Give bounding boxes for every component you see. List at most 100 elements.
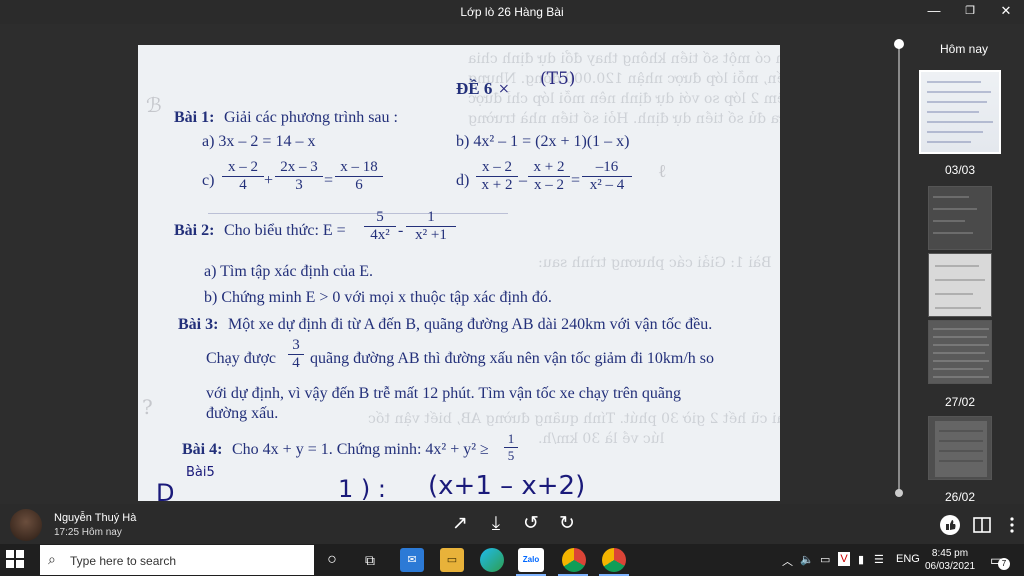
chrome-icon[interactable] <box>562 548 586 572</box>
thumbnail-lines-icon <box>935 421 987 477</box>
thumbnail[interactable] <box>928 320 992 384</box>
bai3-line1: Một xe dự định đi từ A đến B, quãng đườn… <box>228 316 713 333</box>
edge-icon[interactable] <box>480 548 504 572</box>
search-placeholder: Type here to search <box>70 554 177 568</box>
volume-icon[interactable]: 🔈 <box>800 553 814 566</box>
taskbar-search-box[interactable]: ⌕ Type here to search <box>40 545 314 575</box>
timeline-end-dot <box>895 489 903 497</box>
close-button[interactable]: ✕ <box>988 0 1024 24</box>
divider <box>208 213 508 214</box>
bleed-through-text: các lớp liên tiến, mỗi lớp được nhận 120… <box>468 71 780 87</box>
image-viewer-window: Lớp lò 26 Hàng Bài — ❐ ✕ Bài 3: Trường e… <box>0 0 1024 544</box>
date-label: 27/02 <box>944 395 976 409</box>
rotate-right-icon[interactable]: ↻ <box>553 512 581 538</box>
bleed-through-text: Bài 1: Giải các phương trình sau: <box>538 255 772 271</box>
chrome-icon[interactable] <box>602 548 626 572</box>
equals-sign: = <box>324 172 334 189</box>
today-label: Hôm nay <box>940 42 989 56</box>
bai3-title: Bài 3: <box>178 316 219 333</box>
bai1-d-frac-2: x + 2x – 2 <box>528 159 570 194</box>
pencil-mark: ℓ <box>658 161 667 182</box>
equals-sign: = <box>571 172 581 189</box>
bai1-a: a) 3x – 2 = 14 – x <box>202 133 316 150</box>
share-icon[interactable]: ↗ <box>446 512 474 538</box>
bai3-line2-pre: Chạy được <box>206 350 277 367</box>
thumbnail[interactable] <box>928 253 992 317</box>
maximize-button[interactable]: ❐ <box>952 0 988 24</box>
handwritten-mark: 1 ) : <box>338 475 386 501</box>
timeline-track[interactable] <box>898 44 900 496</box>
handwritten-note: Bài5 <box>186 465 215 480</box>
bai1-d-frac-3: –16 x² – 4 <box>582 159 632 194</box>
download-icon[interactable]: ⤓ <box>482 512 510 538</box>
bai1-prompt: Giải các phương trình sau : <box>224 109 398 126</box>
bai4-title: Bài 4: <box>182 441 223 458</box>
bai1-c-frac-2: 2x – 33 <box>275 159 323 194</box>
file-explorer-icon[interactable]: ▭ <box>440 548 464 572</box>
bai4-frac: 15 <box>504 431 518 464</box>
bai3-line4: đường xấu. <box>206 405 279 422</box>
bai4-text: Cho 4x + y = 1. Chứng minh: 4x² + y² ≥ <box>232 441 489 458</box>
language-indicator[interactable]: ENG <box>896 553 920 565</box>
bai3-line2-post: quãng đường AB thì đường xấu nên vận tốc… <box>310 350 715 367</box>
sender-time: 17:25 Hôm nay <box>54 527 122 538</box>
microphone-icon[interactable]: ▮ <box>858 553 864 566</box>
thumbnail-current[interactable] <box>919 70 1001 154</box>
bai3-frac: 34 <box>288 337 304 372</box>
plus-sign: + <box>264 172 274 189</box>
date-label: 03/03 <box>944 163 976 177</box>
clock-time: 8:45 pm <box>931 548 969 559</box>
thumbs-up-icon <box>946 520 956 530</box>
window-title: Lớp lò 26 Hàng Bài <box>460 5 564 19</box>
minus-sign: - <box>398 222 404 239</box>
taskbar-clock[interactable]: 8:45 pm 06/03/2021 <box>918 547 982 573</box>
chevron-up-icon[interactable]: ︿ <box>782 553 793 569</box>
homework-photo: Bài 3: Trường em có một số tiền không th… <box>138 45 780 501</box>
bleed-through-text: đồng thì vừa đủ số tiền dự định. Hỏi số … <box>468 111 780 127</box>
pencil-mark: ℬ <box>146 93 162 117</box>
pencil-mark: ? <box>142 395 153 419</box>
bleed-through-text: Bài cũ hết 2 giờ 30 phút. Tính quãng đườ… <box>368 411 780 427</box>
panel-layout-icon <box>973 517 991 533</box>
thumbnail-lines-icon <box>927 81 993 143</box>
battery-icon[interactable]: ▭ <box>820 553 830 566</box>
bai3-line3: với dự định, vì vậy đến B trễ mất 12 phú… <box>206 385 681 402</box>
windows-start-icon[interactable] <box>6 550 26 570</box>
title-bar: Lớp lò 26 Hàng Bài — ❐ ✕ <box>0 0 1024 24</box>
rotate-left-icon[interactable]: ↺ <box>517 512 545 538</box>
bai1-c-label: c) <box>202 172 215 189</box>
bai2-frac-2: 1 x² +1 <box>406 209 456 244</box>
like-button[interactable] <box>940 515 960 535</box>
bai1-b: b) 4x² – 1 = (2x + 1)(1 – x) <box>456 133 630 150</box>
network-icon[interactable]: ☰ <box>874 553 884 566</box>
minus-sign: – <box>519 172 527 189</box>
bai2-a: a) Tìm tập xác định của E. <box>204 263 373 280</box>
bai2-frac-1: 5 4x² <box>364 209 396 244</box>
layout-toggle-button[interactable] <box>972 515 992 535</box>
more-options-button[interactable] <box>1004 515 1024 535</box>
sender-avatar[interactable] <box>10 509 42 541</box>
thumbnail-lines-icon <box>933 328 989 378</box>
mail-icon[interactable]: ✉ <box>400 548 424 572</box>
zalo-icon[interactable]: Zalo <box>518 548 544 572</box>
search-icon: ⌕ <box>48 551 56 567</box>
task-view-icon[interactable]: ⧉ <box>358 548 382 572</box>
minimize-button[interactable]: — <box>916 0 952 24</box>
timeline-handle[interactable] <box>894 39 904 49</box>
cortana-icon[interactable]: ○ <box>320 548 344 572</box>
exam-header: ĐỀ 6 <box>456 79 493 98</box>
antivirus-icon[interactable]: V <box>838 552 850 566</box>
thumbnail[interactable] <box>928 186 992 250</box>
thumbnail[interactable] <box>928 416 992 480</box>
handwritten-mark: D <box>156 479 175 501</box>
handwritten-header-note: (T5) <box>540 69 576 89</box>
viewer-bottom-bar: Nguyễn Thuý Hà 17:25 Hôm nay ↗ ⤓ ↺ ↻ <box>0 504 1024 544</box>
bai1-d-frac-1: x – 2x + 2 <box>476 159 518 194</box>
handwritten-expression: (x+1 – x+2) <box>428 471 586 501</box>
windows-taskbar: ⌕ Type here to search ○ ⧉ ✉ ▭ Zalo ︿ 🔈 ▭… <box>0 544 1024 576</box>
bai2-b: b) Chứng minh E > 0 với mọi x thuộc tập … <box>204 289 552 306</box>
bleed-through-text: liên tăng thêm 2 lớp so với dự định nên … <box>468 91 780 107</box>
date-label: 26/02 <box>944 490 976 504</box>
handwritten-mark: × <box>498 81 510 97</box>
notification-badge: 7 <box>998 558 1010 570</box>
